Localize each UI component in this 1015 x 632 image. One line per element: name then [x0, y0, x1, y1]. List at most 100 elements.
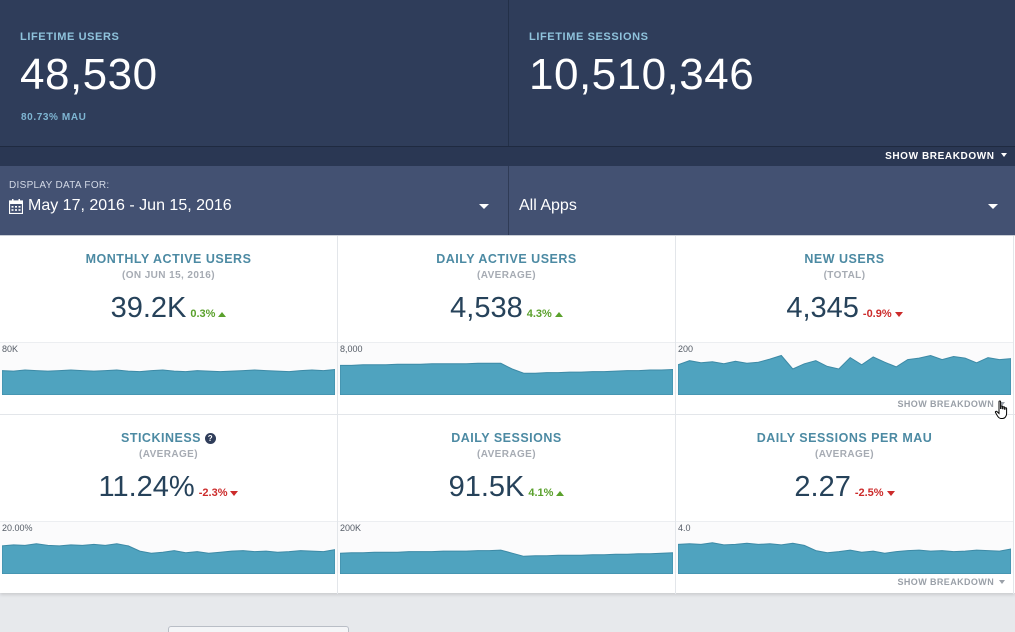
sparkline-area [2, 368, 335, 395]
metric-title-text: NEW USERS [804, 252, 885, 266]
metric-delta: 0.3% [190, 308, 227, 320]
sparkline-fill [340, 362, 673, 395]
metric-card-new-users[interactable]: NEW USERS (TOTAL) 4,345 -0.9% 200 [676, 236, 1014, 414]
metric-title: DAILY ACTIVE USERS [338, 252, 675, 266]
page-footer-area [0, 599, 1015, 632]
calendar-icon [9, 198, 23, 214]
app-select-dropdown[interactable]: All Apps [509, 166, 1015, 235]
show-breakdown-row1-button[interactable]: SHOW BREAKDOWN [897, 399, 1005, 409]
metric-card-monthly-active-users[interactable]: MONTHLY ACTIVE USERS (ON JUN 15, 2016) 39.… [0, 236, 338, 414]
chevron-down-icon [988, 204, 998, 209]
sparkline-chart: 200 [676, 342, 1013, 395]
metric-value: 2.27 [794, 471, 851, 503]
metric-delta: -2.5% [855, 487, 895, 499]
date-range-value: May 17, 2016 - Jun 15, 2016 [28, 197, 232, 214]
metric-delta: 4.3% [527, 308, 563, 320]
sparkline-chart: 8,000 [338, 342, 675, 395]
metric-subtitle: (AVERAGE) [477, 449, 536, 460]
lifetime-users-label: LIFETIME USERS [20, 31, 120, 43]
sparkline-axis-max: 80K [2, 344, 19, 354]
lifetime-sessions-label: LIFETIME SESSIONS [529, 31, 649, 43]
hand-cursor-icon [994, 400, 1008, 419]
metric-title-text: DAILY ACTIVE USERS [436, 252, 577, 266]
metric-value: 91.5K [448, 471, 525, 503]
metric-value-row: 39.2K 0.3% [0, 292, 337, 325]
sparkline-area [678, 542, 1011, 574]
metric-value: 11.24% [98, 471, 195, 503]
sparkline-area [2, 543, 335, 574]
metric-delta-value: 4.3% [526, 308, 552, 320]
metric-card-daily-sessions[interactable]: DAILY SESSIONS (AVERAGE) 91.5K 4.1% 200K [338, 415, 676, 594]
lifetime-sessions-value: 10,510,346 [529, 50, 755, 99]
metric-delta-value: -2.3% [198, 487, 228, 499]
metric-value-row: 4,345 -0.9% [676, 292, 1013, 325]
metric-title: NEW USERS [676, 252, 1013, 266]
metric-subtitle: (TOTAL) [823, 270, 866, 281]
sparkline-fill [2, 368, 335, 395]
lifetime-users-panel: LIFETIME USERS 48,530 80.73% MAU [0, 0, 509, 146]
sparkline-fill [340, 549, 673, 574]
metric-title: DAILY SESSIONS PER MAU [676, 431, 1013, 445]
metric-title: MONTHLY ACTIVE USERS [0, 252, 337, 266]
filter-bar: DISPLAY DATA FOR: May 17, 2016 - Jun 15,… [0, 166, 1015, 235]
metric-card-daily-active-users[interactable]: DAILY ACTIVE USERS (AVERAGE) 4,538 4.3% 8,00… [338, 236, 676, 414]
show-breakdown-label: SHOW BREAKDOWN [897, 399, 995, 409]
lifetime-stats-header: LIFETIME USERS 48,530 80.73% MAU LIFETIM… [0, 0, 1015, 146]
caret-down-icon [999, 580, 1005, 584]
show-breakdown-row2-button[interactable]: SHOW BREAKDOWN [897, 577, 1005, 587]
metric-delta: -0.9% [863, 308, 903, 320]
metric-title-text: MONTHLY ACTIVE USERS [85, 252, 252, 266]
trend-down-icon [230, 490, 239, 496]
trend-up-icon [556, 490, 565, 496]
metric-title: STICKINESS? [0, 431, 337, 445]
trend-down-icon [886, 490, 895, 496]
metric-delta-value: 4.1% [528, 487, 554, 499]
metric-delta-value: -0.9% [862, 308, 892, 320]
sparkline-axis-max: 4.0 [678, 523, 691, 533]
header-breakdown-bar: SHOW BREAKDOWN [0, 146, 1015, 166]
metrics-row-2: STICKINESS? (AVERAGE) 11.24% -2.3% 20.00% DA… [0, 414, 1015, 594]
metric-value: 39.2K [110, 292, 187, 324]
metric-delta-value: -2.5% [854, 487, 884, 499]
trend-down-icon [894, 311, 903, 317]
show-breakdown-label: SHOW BREAKDOWN [885, 151, 995, 162]
metric-value-row: 2.27 -2.5% [676, 471, 1013, 504]
metric-card-stickiness[interactable]: STICKINESS? (AVERAGE) 11.24% -2.3% 20.00% [0, 415, 338, 594]
mau-percentage: 80.73% MAU [21, 112, 87, 123]
metric-subtitle: (AVERAGE) [139, 449, 198, 460]
metric-delta: -2.3% [199, 487, 239, 499]
app-select-value: All Apps [519, 197, 577, 214]
chevron-down-icon [479, 204, 489, 209]
metrics-panel: MONTHLY ACTIVE USERS (ON JUN 15, 2016) 39.… [0, 235, 1015, 594]
metric-subtitle: (AVERAGE) [815, 449, 874, 460]
metric-delta: 4.1% [528, 487, 565, 499]
show-breakdown-header-button[interactable]: SHOW BREAKDOWN [885, 151, 1007, 162]
lifetime-users-value: 48,530 [20, 50, 158, 99]
trend-up-icon [218, 311, 227, 317]
lifetime-sessions-panel: LIFETIME SESSIONS 10,510,346 [509, 0, 1015, 146]
metric-title-text: STICKINESS [120, 431, 201, 445]
sparkline-chart: 80K [0, 342, 337, 395]
metric-title-text: DAILY SESSIONS PER MAU [756, 431, 933, 445]
sparkline-chart: 4.0 [676, 521, 1013, 574]
date-range-value-row: May 17, 2016 - Jun 15, 2016 [9, 197, 232, 215]
sparkline-axis-max: 8,000 [340, 344, 363, 354]
sparkline-fill [678, 354, 1011, 395]
date-range-dropdown[interactable]: DISPLAY DATA FOR: May 17, 2016 - Jun 15,… [0, 166, 509, 235]
metrics-row-1: MONTHLY ACTIVE USERS (ON JUN 15, 2016) 39.… [0, 236, 1015, 414]
footer-tab[interactable] [168, 626, 349, 632]
sparkline-chart: 20.00% [0, 521, 337, 574]
show-breakdown-label: SHOW BREAKDOWN [897, 577, 995, 587]
sparkline-axis-max: 20.00% [2, 523, 33, 533]
sparkline-axis-max: 200 [678, 344, 694, 354]
trend-up-icon [554, 311, 563, 317]
sparkline-fill [678, 542, 1011, 574]
metric-card-daily-sessions-per-mau[interactable]: DAILY SESSIONS PER MAU (AVERAGE) 2.27 -2.5%… [676, 415, 1014, 594]
help-icon[interactable]: ? [205, 433, 216, 444]
sparkline-fill [2, 543, 335, 574]
metric-value-row: 91.5K 4.1% [338, 471, 675, 504]
metric-value-row: 4,538 4.3% [338, 292, 675, 325]
sparkline-area [340, 549, 673, 574]
sparkline-area [678, 354, 1011, 395]
sparkline-area [340, 362, 673, 395]
